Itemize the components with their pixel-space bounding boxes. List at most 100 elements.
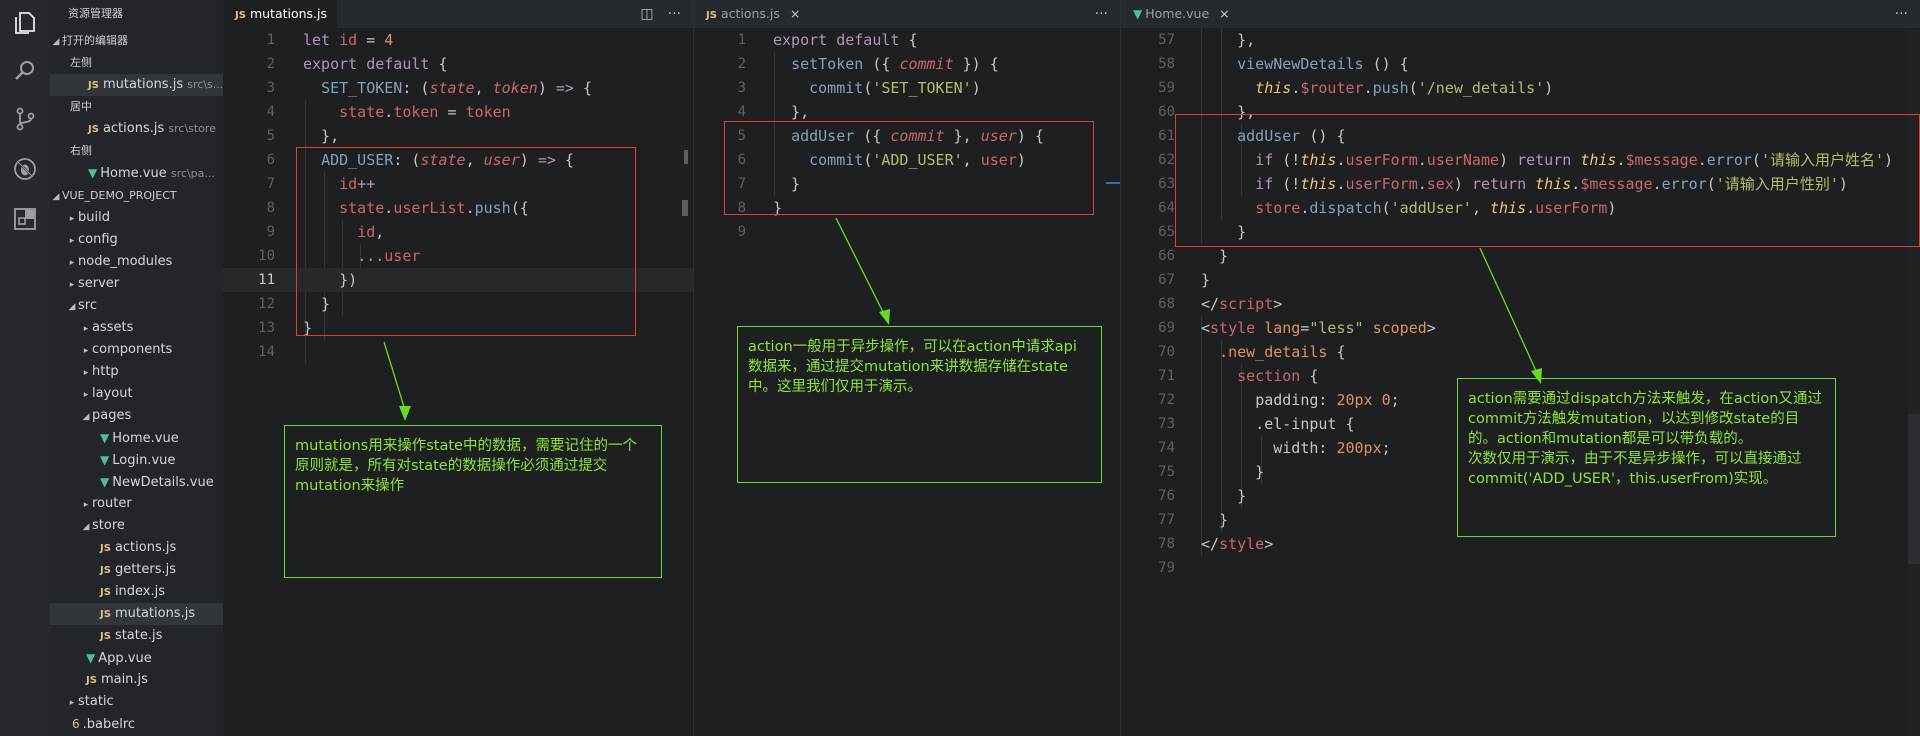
note-home: action需要通过dispatch方法来触发，在action又通过commit…	[1457, 378, 1836, 537]
close-icon[interactable]: ×	[790, 6, 800, 21]
tree-item[interactable]: ◢ src	[50, 295, 223, 317]
tree-item[interactable]: ▸ server	[50, 273, 223, 295]
tree-item-label: store	[92, 518, 125, 533]
more-actions-icon[interactable]: ···	[1895, 6, 1908, 22]
tree-item-label: NewDetails.vue	[112, 475, 214, 490]
tree-item-label: App.vue	[98, 651, 152, 666]
js-file-icon: JS	[100, 587, 111, 598]
close-icon[interactable]: ×	[1219, 6, 1229, 21]
tree-item-label: actions.js	[114, 540, 177, 555]
search-icon[interactable]	[12, 58, 38, 84]
js-file-icon: JS	[86, 675, 97, 686]
chevron-right-icon: ▸	[69, 236, 75, 246]
tab-home-vue[interactable]: ▼ Home.vue ×	[1121, 0, 1240, 28]
note-actions: action一般用于异步操作，可以在action中请求api数据来，通过提交mu…	[737, 326, 1102, 483]
group-label-left: 左侧	[70, 56, 92, 69]
tree-item[interactable]: 6 .babelrc	[50, 713, 223, 735]
tree-item[interactable]: ▸ config	[50, 229, 223, 251]
chevron-right-icon: ▸	[69, 214, 75, 224]
chevron-right-icon: ▸	[69, 258, 75, 268]
tree-item-label: layout	[92, 386, 133, 401]
tree-item[interactable]: ▸ router	[50, 493, 223, 515]
tree-item[interactable]: ▸ layout	[50, 383, 223, 405]
tab-actions: ···	[1881, 0, 1908, 28]
more-actions-icon[interactable]: ···	[668, 6, 681, 22]
tree-item[interactable]: ▸ node_modules	[50, 251, 223, 273]
tree-item-label: src	[78, 298, 97, 313]
tree-item-label: config	[78, 232, 118, 247]
tree-item[interactable]: ▸ static	[50, 691, 223, 713]
tree-item-label: router	[92, 496, 132, 511]
group-label-right: 右侧	[70, 144, 92, 157]
explorer-title: 资源管理器	[68, 7, 123, 20]
tree-item[interactable]: ▼ Home.vue	[50, 427, 223, 449]
tree-item[interactable]: JS getters.js	[50, 559, 223, 581]
tree-item[interactable]: ▼ App.vue	[50, 647, 223, 669]
tree-item[interactable]: JS actions.js	[50, 537, 223, 559]
tab-bar: JS mutations.js ◫ ···	[223, 0, 693, 28]
group-label-center: 居中	[70, 100, 92, 113]
tree-item-label: build	[78, 210, 110, 225]
highlight-add-user-action	[724, 121, 1094, 215]
chevron-down-icon: ◢	[52, 192, 60, 202]
code-editor[interactable]: 1 let id = 4 2 export default { 3 SET_TOKE…	[223, 28, 693, 736]
tree-item[interactable]: JS mutations.js	[50, 603, 223, 625]
project-header[interactable]: ◢ VUE_DEMO_PROJECT	[50, 185, 223, 207]
js-file-icon: JS	[100, 565, 111, 576]
extensions-icon[interactable]	[12, 206, 38, 232]
chevron-down-icon: ◢	[82, 412, 90, 422]
tab-mutations[interactable]: JS mutations.js	[223, 0, 338, 28]
tree-item[interactable]: JS index.js	[50, 581, 223, 603]
tree-item[interactable]: ▸ build	[50, 207, 223, 229]
open-editor-mutations[interactable]: JS mutations.js src\s...	[50, 74, 223, 96]
tree-item-label: mutations.js	[114, 606, 196, 621]
debug-icon[interactable]	[12, 156, 38, 182]
open-editor-home[interactable]: ▼ Home.vue src\pa...	[50, 162, 223, 184]
more-actions-icon[interactable]: ···	[1095, 6, 1108, 22]
tab-actions[interactable]: JS actions.js ×	[694, 0, 810, 28]
js-file-icon: JS	[100, 609, 111, 620]
chevron-down-icon: ◢	[52, 37, 60, 47]
tab-actions: ◫ ···	[626, 0, 681, 28]
js-file-icon: JS	[88, 124, 99, 135]
vue-file-icon: ▼	[88, 166, 98, 180]
chevron-down-icon: ◢	[68, 302, 76, 312]
editor-group-right: ▼ Home.vue × ··· 57 }, 58 viewNewDetails (…	[1121, 0, 1920, 736]
open-editors-header[interactable]: ◢ 打开的编辑器	[50, 30, 223, 52]
vue-file-icon: ▼	[100, 475, 110, 489]
tab-actions: ···	[1081, 0, 1108, 28]
tab-bar: JS actions.js × ···	[694, 0, 1120, 28]
explorer-icon[interactable]	[12, 10, 38, 36]
vue-file-icon: ▼	[100, 453, 110, 467]
tree-item[interactable]: ◢ pages	[50, 405, 223, 427]
tree-item[interactable]: ▸ components	[50, 339, 223, 361]
js-file-icon: JS	[100, 631, 111, 642]
chevron-right-icon: ▸	[83, 390, 89, 400]
chevron-right-icon: ▸	[69, 698, 75, 708]
tree-item[interactable]: ▼ NewDetails.vue	[50, 471, 223, 493]
tree-item-label: http	[92, 364, 119, 379]
tree-item[interactable]: JS main.js	[50, 669, 223, 691]
tree-item[interactable]: ◢ store	[50, 515, 223, 537]
note-mutations: mutations用来操作state中的数据，需要记住的一个原则就是，所有对st…	[284, 425, 662, 578]
tree-item-label: server	[78, 276, 120, 291]
activity-bar	[0, 0, 50, 736]
tab-bar: ▼ Home.vue × ···	[1121, 0, 1920, 28]
vue-file-icon: ▼	[100, 431, 110, 445]
tree-item-label: assets	[92, 320, 134, 335]
tree-item[interactable]: ▼ Login.vue	[50, 449, 223, 471]
source-control-icon[interactable]	[12, 106, 38, 132]
babel-file-icon: 6	[72, 717, 80, 731]
tree-item-label: node_modules	[78, 254, 173, 269]
tree-item[interactable]: ▸ assets	[50, 317, 223, 339]
chevron-down-icon: ◢	[82, 522, 90, 532]
tree-item[interactable]: JS state.js	[50, 625, 223, 647]
tree-item[interactable]: ▸ http	[50, 361, 223, 383]
chevron-right-icon: ▸	[83, 368, 89, 378]
highlight-add-user-mutation	[296, 147, 636, 336]
open-editor-actions[interactable]: JS actions.js src\store	[50, 118, 223, 140]
tree-item-label: index.js	[114, 584, 166, 599]
split-editor-icon[interactable]: ◫	[640, 6, 653, 22]
tree-item-label: .babelrc	[82, 717, 136, 732]
tree-item-label: state.js	[114, 628, 163, 643]
